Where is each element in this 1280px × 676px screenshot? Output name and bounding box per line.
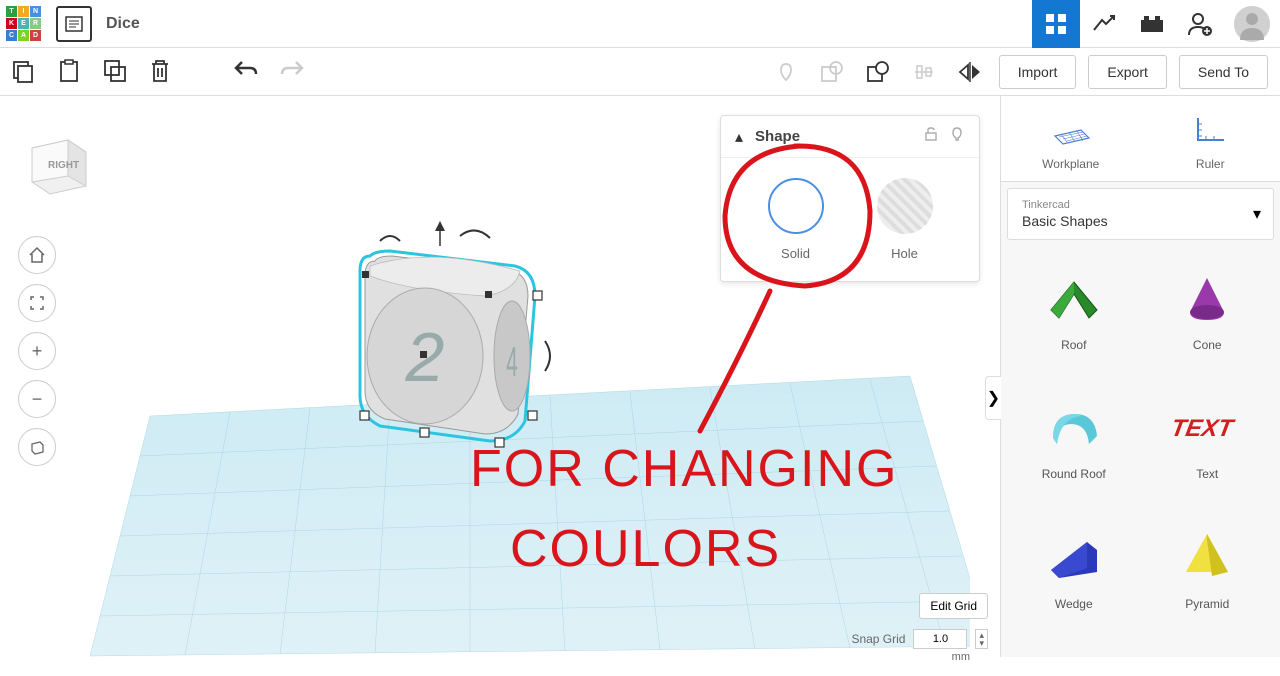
snap-grid-input[interactable] [913, 629, 967, 649]
align-icon[interactable] [907, 55, 941, 89]
shapes-library-dropdown[interactable]: Tinkercad Basic Shapes ▾ [1007, 188, 1274, 240]
shape-text[interactable]: TEXT Text [1141, 381, 1275, 510]
snap-grid-label: Snap Grid [851, 632, 905, 646]
shape-panel: ▴ Shape Solid Hole [720, 115, 980, 282]
solid-option[interactable]: Solid [768, 178, 824, 261]
perspective-icon[interactable] [18, 428, 56, 466]
collapse-sidebar-icon[interactable]: ❯ [985, 376, 1001, 420]
fit-view-icon[interactable] [18, 284, 56, 322]
user-avatar[interactable] [1234, 6, 1270, 42]
undo-icon[interactable] [232, 58, 260, 86]
svg-text:TEXT: TEXT [1170, 415, 1237, 442]
tinkercad-logo[interactable]: T I N K E R C A D [0, 0, 48, 48]
lego-mode-icon[interactable] [1128, 0, 1176, 48]
shape-wedge[interactable]: Wedge [1007, 511, 1141, 640]
edit-grid-button[interactable]: Edit Grid [919, 593, 988, 619]
copy-icon[interactable] [10, 58, 38, 86]
paste-icon[interactable] [56, 58, 84, 86]
dice-object[interactable]: 2 4 [320, 216, 570, 476]
chevron-down-icon: ▾ [1253, 204, 1261, 224]
shapes-grid[interactable]: Roof Cone Round Roof TEXT Text Wedge Pyr… [1001, 246, 1280, 646]
bricks-mode-icon[interactable] [1032, 0, 1080, 48]
blocks-mode-icon[interactable] [1080, 0, 1128, 48]
snap-grid-up-down-icon[interactable]: ▴▾ [975, 629, 988, 649]
hole-option[interactable]: Hole [877, 178, 933, 261]
group-icon[interactable] [815, 55, 849, 89]
invite-user-icon[interactable] [1176, 0, 1224, 48]
view-cube[interactable]: RIGHT [20, 126, 96, 202]
shape-roof[interactable]: Roof [1007, 252, 1141, 381]
design-properties-icon[interactable] [56, 6, 92, 42]
delete-icon[interactable] [148, 58, 176, 86]
home-view-icon[interactable] [18, 236, 56, 274]
export-button[interactable]: Export [1088, 55, 1166, 89]
shape-cone[interactable]: Cone [1141, 252, 1275, 381]
solid-label: Solid [768, 246, 824, 261]
solid-color-swatch[interactable] [768, 178, 824, 234]
workplane-tool[interactable]: Workplane [1001, 96, 1141, 181]
send-to-button[interactable]: Send To [1179, 55, 1268, 89]
hole-label: Hole [877, 246, 933, 261]
import-button[interactable]: Import [999, 55, 1077, 89]
svg-text:RIGHT: RIGHT [48, 160, 79, 171]
mirror-icon[interactable] [953, 55, 987, 89]
zoom-in-icon[interactable]: + [18, 332, 56, 370]
shape-panel-title: Shape [755, 128, 913, 145]
zoom-out-icon[interactable]: − [18, 380, 56, 418]
lock-icon[interactable] [923, 126, 939, 147]
ruler-tool[interactable]: Ruler [1141, 96, 1280, 181]
collapse-up-icon[interactable]: ▴ [735, 127, 743, 147]
shape-round-roof[interactable]: Round Roof [1007, 381, 1141, 510]
svg-text:4: 4 [506, 339, 518, 386]
snap-grid-unit: mm [952, 651, 970, 663]
shape-pyramid[interactable]: Pyramid [1141, 511, 1275, 640]
redo-icon[interactable] [278, 58, 306, 86]
duplicate-icon[interactable] [102, 58, 130, 86]
ungroup-icon[interactable] [861, 55, 895, 89]
design-name[interactable]: Dice [106, 15, 140, 33]
lightbulb-icon[interactable] [949, 126, 965, 147]
show-all-icon[interactable] [769, 55, 803, 89]
